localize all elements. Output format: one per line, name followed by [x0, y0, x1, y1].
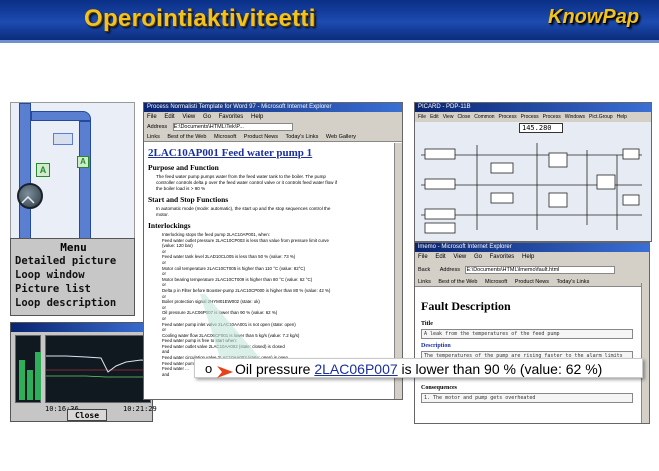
- arrow-right-icon: [217, 363, 233, 383]
- callout-text: Oil pressure 2LAC06P007 is lower than 90…: [235, 359, 602, 379]
- callout-tag-link[interactable]: 2LAC06P007: [314, 361, 397, 377]
- callout-prefix: Oil pressure: [235, 361, 315, 377]
- callout-bullet: o: [205, 361, 213, 376]
- oil-pressure-callout: o Oil pressure 2LAC06P007 is lower than …: [194, 358, 643, 378]
- callout-suffix: is lower than 90 % (value: 62 %): [397, 361, 603, 377]
- callout-pointer: [200, 294, 260, 358]
